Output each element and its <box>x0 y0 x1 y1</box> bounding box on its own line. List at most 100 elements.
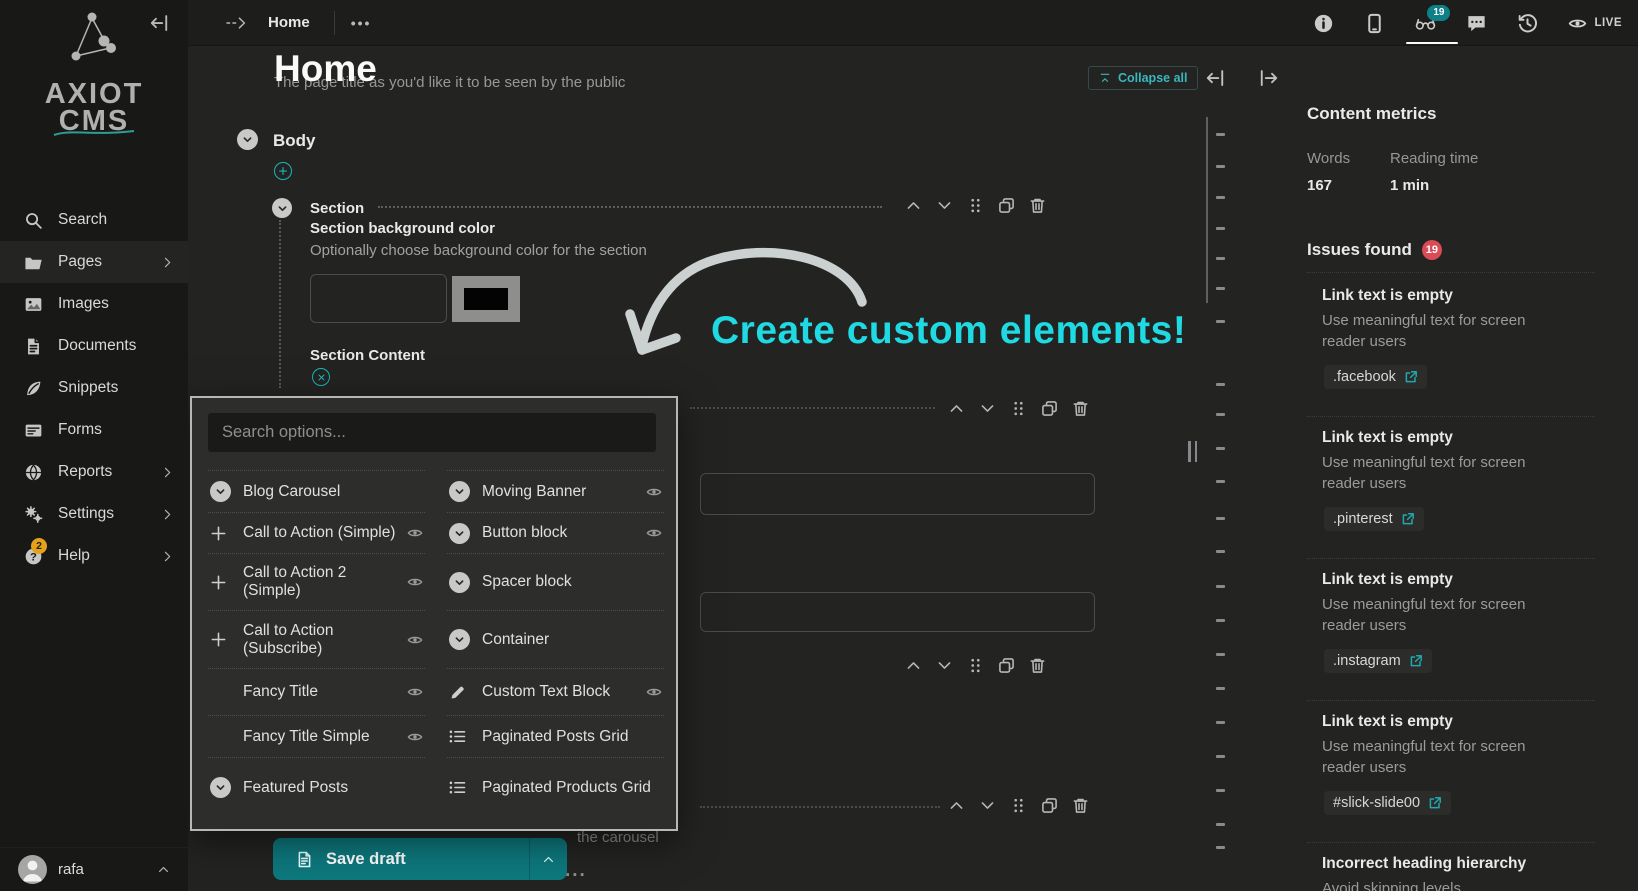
move-up-button[interactable] <box>905 657 922 674</box>
expand-right-pane-icon[interactable] <box>1258 68 1278 88</box>
element-option-fancy-title-simple[interactable]: Fancy Title Simple <box>208 715 425 757</box>
sidebar-item-pages[interactable]: Pages <box>0 241 188 283</box>
panel-resize-handle[interactable] <box>1188 441 1197 462</box>
issues-list: Link text is empty Use meaningful text f… <box>1307 272 1595 891</box>
move-up-button[interactable] <box>905 197 922 214</box>
user-menu[interactable]: rafa <box>0 847 188 891</box>
option-lead-icon <box>210 726 234 748</box>
sidebar-item-label: Search <box>58 211 108 228</box>
drag-handle[interactable] <box>1010 400 1027 417</box>
move-down-button[interactable] <box>936 657 953 674</box>
element-option-custom-text-block[interactable]: Custom Text Block <box>447 668 664 715</box>
minimap-dash <box>1216 721 1225 724</box>
option-label: Fancy Title <box>243 683 318 700</box>
avatar <box>18 855 47 884</box>
sidebar-item-settings[interactable]: Settings <box>0 493 188 535</box>
goto-arrow-icon[interactable] <box>224 15 250 31</box>
move-down-button[interactable] <box>936 197 953 214</box>
element-option-button-block[interactable]: Button block <box>447 512 664 553</box>
drag-handle[interactable] <box>967 197 984 214</box>
element-option-paginated-posts-grid[interactable]: Paginated Posts Grid <box>447 715 664 757</box>
minimap-dash <box>1216 287 1225 290</box>
bg-color-swatch[interactable] <box>452 276 520 322</box>
element-option-call-to-action-simple[interactable]: Call to Action (Simple) <box>208 512 425 553</box>
option-lead-icon <box>449 522 473 544</box>
sidebar-item-documents[interactable]: Documents <box>0 325 188 367</box>
duplicate-button[interactable] <box>1041 797 1058 814</box>
bg-color-input[interactable] <box>310 274 447 323</box>
delete-button[interactable] <box>1072 400 1089 417</box>
option-label: Call to Action 2 (Simple) <box>243 564 347 599</box>
element-option-blog-carousel[interactable]: Blog Carousel <box>208 470 425 512</box>
issue-title: Link text is empty <box>1322 287 1453 304</box>
element-option-spacer-block[interactable]: Spacer block <box>447 553 664 610</box>
duplicate-button[interactable] <box>1041 400 1058 417</box>
text-field[interactable] <box>700 592 1095 632</box>
more-options-dots[interactable]: ... <box>565 860 587 882</box>
info-icon[interactable] <box>1313 13 1334 34</box>
issue-target-link[interactable]: .instagram <box>1324 649 1432 673</box>
collapse-all-button[interactable]: Collapse all <box>1088 66 1199 90</box>
tab-more-button[interactable]: ••• <box>351 15 372 31</box>
issue-target-link[interactable]: .facebook <box>1324 365 1427 389</box>
delete-button[interactable] <box>1072 797 1089 814</box>
visibility-toggle-icon[interactable] <box>646 684 662 700</box>
element-option-featured-posts[interactable]: Featured Posts <box>208 757 425 817</box>
move-down-button[interactable] <box>979 797 996 814</box>
review-glasses-icon[interactable]: 19 <box>1415 4 1451 34</box>
sidebar-item-label: Reports <box>58 463 113 480</box>
move-down-button[interactable] <box>979 400 996 417</box>
mobile-preview-icon[interactable] <box>1364 13 1385 34</box>
delete-button[interactable] <box>1029 197 1046 214</box>
minimap-dash <box>1216 257 1225 260</box>
sidebar-item-forms[interactable]: Forms <box>0 409 188 451</box>
visibility-toggle-icon[interactable] <box>407 574 423 590</box>
sidebar-item-label: Images <box>58 295 109 312</box>
duplicate-button[interactable] <box>998 657 1015 674</box>
section-collapse-icon[interactable] <box>272 198 292 218</box>
element-controls <box>948 400 1089 417</box>
save-options-button[interactable] <box>530 853 567 866</box>
element-option-call-to-action-2-simple[interactable]: Call to Action 2 (Simple) <box>208 553 425 610</box>
sidebar-item-search[interactable]: Search <box>0 199 188 241</box>
move-up-button[interactable] <box>948 797 965 814</box>
body-collapse-icon[interactable] <box>237 129 258 150</box>
visibility-toggle-icon[interactable] <box>407 525 423 541</box>
add-element-button[interactable] <box>274 162 292 180</box>
collapse-left-pane-icon[interactable] <box>1206 68 1226 88</box>
sidebar-item-help[interactable]: ? 2 Help <box>0 535 188 577</box>
drag-handle[interactable] <box>967 657 984 674</box>
words-value: 167 <box>1307 177 1333 194</box>
element-option-moving-banner[interactable]: Moving Banner <box>447 470 664 512</box>
issue-target-selector: .pinterest <box>1333 511 1393 527</box>
tab-home[interactable]: Home <box>268 14 310 31</box>
live-preview-button[interactable]: LIVE <box>1568 14 1622 33</box>
sidebar-item-images[interactable]: Images <box>0 283 188 325</box>
issue-title: Link text is empty <box>1322 429 1453 446</box>
issue-target-link[interactable]: .pinterest <box>1324 507 1424 531</box>
move-up-button[interactable] <box>948 400 965 417</box>
issue-description: Use meaningful text for screen reader us… <box>1322 738 1526 776</box>
save-draft-button[interactable]: Save draft <box>273 838 567 880</box>
duplicate-button[interactable] <box>998 197 1015 214</box>
sidebar-item-snippets[interactable]: Snippets <box>0 367 188 409</box>
visibility-toggle-icon[interactable] <box>646 525 662 541</box>
issue-target-link[interactable]: #slick-slide00 <box>1324 791 1452 815</box>
visibility-toggle-icon[interactable] <box>407 729 423 745</box>
element-option-paginated-products-grid[interactable]: Paginated Products Grid <box>447 757 664 817</box>
delete-button[interactable] <box>1029 657 1046 674</box>
remove-element-button[interactable] <box>312 368 330 386</box>
element-option-call-to-action-subscribe[interactable]: Call to Action (Subscribe) <box>208 610 425 668</box>
visibility-toggle-icon[interactable] <box>407 684 423 700</box>
element-option-container[interactable]: Container <box>447 610 664 668</box>
text-field[interactable] <box>700 473 1095 515</box>
scrollbar[interactable] <box>1206 117 1208 303</box>
drag-handle[interactable] <box>1010 797 1027 814</box>
element-option-fancy-title[interactable]: Fancy Title <box>208 668 425 715</box>
visibility-toggle-icon[interactable] <box>407 632 423 648</box>
comments-icon[interactable] <box>1466 13 1487 34</box>
visibility-toggle-icon[interactable] <box>646 484 662 500</box>
element-search-input[interactable] <box>208 413 656 452</box>
sidebar-item-reports[interactable]: Reports <box>0 451 188 493</box>
history-icon[interactable] <box>1517 13 1538 34</box>
